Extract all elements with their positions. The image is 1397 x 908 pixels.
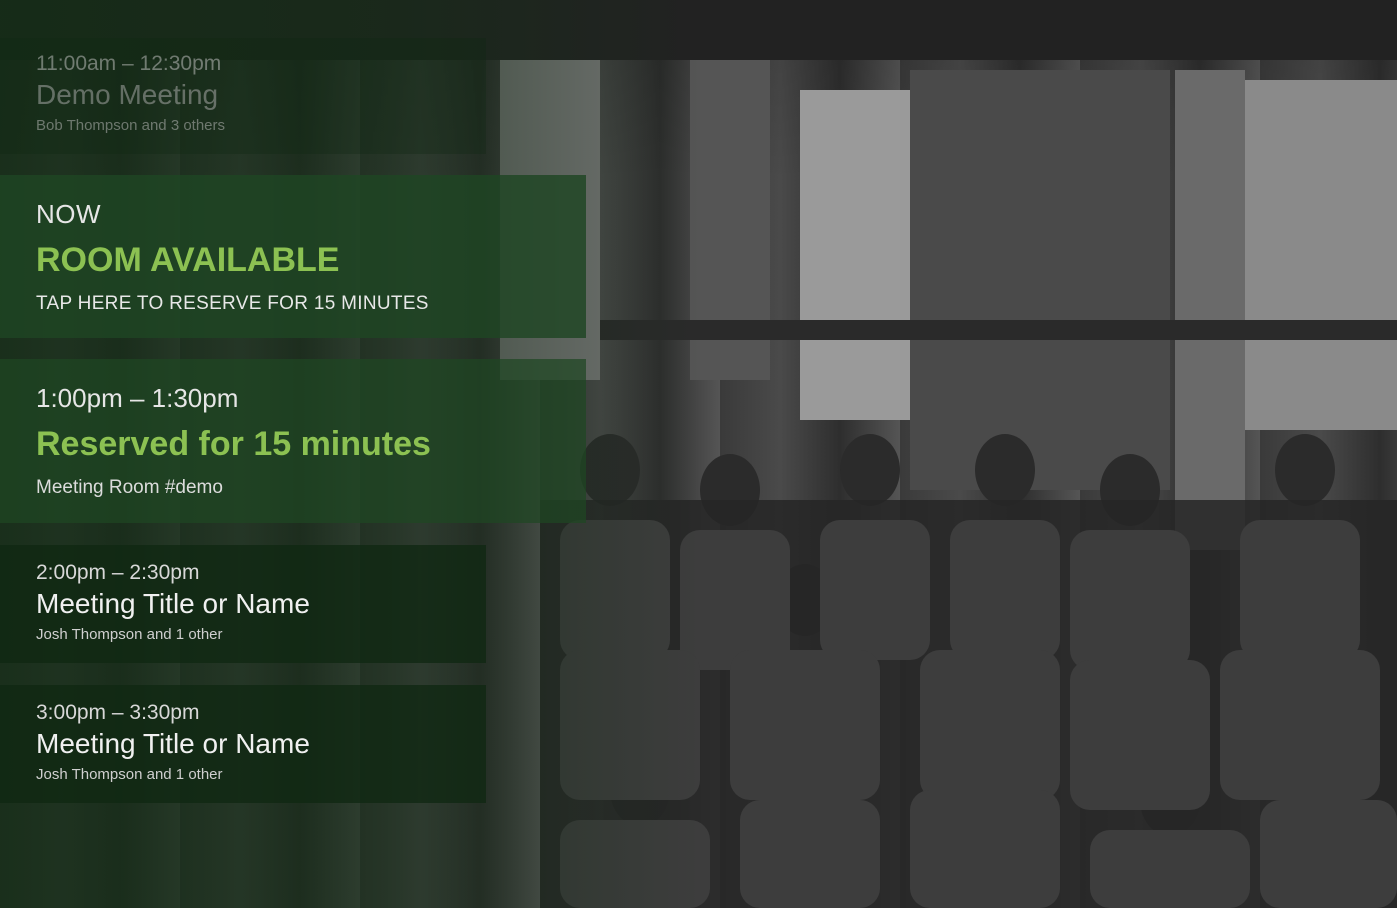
room-status: ROOM AVAILABLE [36, 241, 340, 279]
meeting-title: Demo Meeting [36, 79, 219, 110]
past-meeting-card: 11:00am – 12:30pm Demo Meeting Bob Thomp… [0, 38, 486, 154]
meeting-attendees: Bob Thompson and 3 others [36, 117, 226, 134]
meeting-time: 2:00pm – 2:30pm [36, 561, 200, 584]
upcoming-meeting-card[interactable]: 2:00pm – 2:30pm Meeting Title or Name Jo… [0, 545, 486, 663]
upcoming-meeting-card[interactable]: 3:00pm – 3:30pm Meeting Title or Name Jo… [0, 685, 486, 803]
meeting-time: 1:00pm – 1:30pm [36, 383, 239, 413]
reserve-now-card[interactable]: NOW ROOM AVAILABLE TAP HERE TO RESERVE F… [0, 175, 586, 338]
meeting-attendees: Josh Thompson and 1 other [36, 626, 223, 643]
meeting-time: 3:00pm – 3:30pm [36, 701, 200, 724]
reserve-action-text[interactable]: TAP HERE TO RESERVE FOR 15 MINUTES [36, 293, 429, 315]
meeting-room-name: Meeting Room #demo [36, 477, 223, 498]
meeting-time: 11:00am – 12:30pm [36, 52, 222, 75]
room-display-screen: 11:00am – 12:30pm Demo Meeting Bob Thomp… [0, 0, 1397, 908]
meeting-title: Reserved for 15 minutes [36, 425, 431, 463]
now-label: NOW [36, 199, 102, 229]
current-reservation-card[interactable]: 1:00pm – 1:30pm Reserved for 15 minutes … [0, 359, 586, 523]
meeting-title: Meeting Title or Name [36, 588, 310, 619]
meeting-title: Meeting Title or Name [36, 728, 310, 759]
meeting-attendees: Josh Thompson and 1 other [36, 766, 223, 783]
